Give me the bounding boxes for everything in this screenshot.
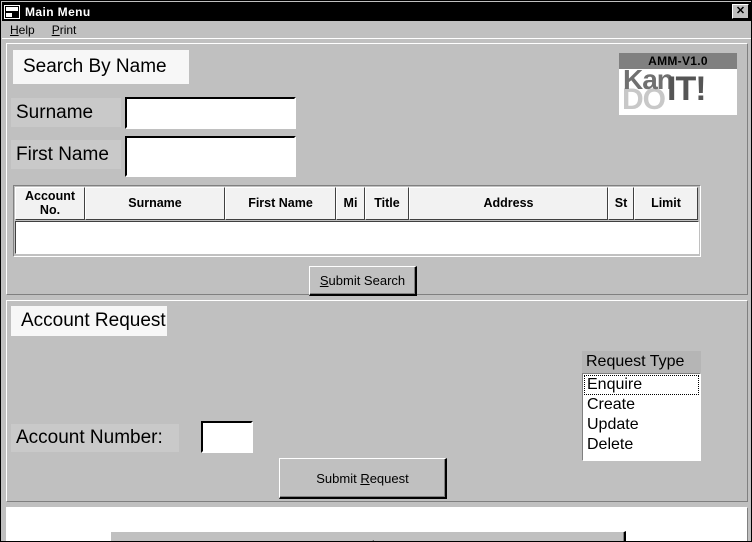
logo-text-kan: Kan <box>623 69 674 95</box>
menu-item-print[interactable]: Print <box>52 23 77 37</box>
request-type-option-delete[interactable]: Delete <box>584 435 699 455</box>
request-type-group: Request Type Enquire Create Update Delet… <box>582 351 701 461</box>
submit-search-button[interactable]: Submit Search <box>309 266 417 296</box>
grid-column-limit[interactable]: Limit <box>634 187 698 220</box>
grid-column-st[interactable]: St <box>608 187 634 220</box>
version-badge: AMM-V1.0 <box>619 53 737 69</box>
request-type-option-update[interactable]: Update <box>584 415 699 435</box>
grid-column-surname[interactable]: Surname <box>85 187 225 220</box>
account-number-label: Account Number: <box>11 424 179 452</box>
request-type-title: Request Type <box>582 351 701 373</box>
logo-artwork: DO Kan IT! <box>619 69 737 115</box>
logo-text-it: IT! <box>667 70 707 108</box>
search-panel: Search By Name AMM-V1.0 DO Kan IT! Surna… <box>6 43 748 296</box>
request-type-option-create[interactable]: Create <box>584 395 699 415</box>
grid-header-row: Account No. Surname First Name Mi Title … <box>15 187 699 220</box>
search-section-header: Search By Name <box>13 50 189 84</box>
product-logo: AMM-V1.0 DO Kan IT! <box>619 53 737 115</box>
grid-column-first-name[interactable]: First Name <box>225 187 336 220</box>
search-results-grid: Account No. Surname First Name Mi Title … <box>13 185 701 257</box>
submit-request-label: Submit Request <box>316 470 409 486</box>
menu-item-print-rest: rint <box>59 22 77 37</box>
first-name-label: First Name <box>11 140 121 169</box>
surname-input[interactable] <box>125 97 296 129</box>
surname-label: Surname <box>11 98 121 127</box>
titlebar: Main Menu ✕ <box>2 2 751 21</box>
grid-column-account-no[interactable]: Account No. <box>15 187 85 220</box>
exit-panel: Exit <box>6 507 748 541</box>
submit-search-label: Submit Search <box>319 273 406 288</box>
main-menu-window: Main Menu ✕ Help Print Search By Name AM… <box>0 0 752 542</box>
account-request-panel: Account Request Account Number: Submit R… <box>6 300 748 502</box>
close-icon[interactable]: ✕ <box>732 4 749 19</box>
client-area: Search By Name AMM-V1.0 DO Kan IT! Surna… <box>2 38 751 541</box>
grid-body-empty[interactable] <box>15 221 699 254</box>
request-type-option-enquire[interactable]: Enquire <box>584 375 699 395</box>
exit-button[interactable]: Exit <box>110 531 626 541</box>
account-number-input[interactable] <box>201 421 253 453</box>
menubar: Help Print <box>2 21 751 38</box>
menu-item-help[interactable]: Help <box>10 23 35 37</box>
grid-column-title[interactable]: Title <box>365 187 409 220</box>
grid-column-address[interactable]: Address <box>409 187 608 220</box>
window-title: Main Menu <box>25 4 91 19</box>
request-type-listbox[interactable]: Enquire Create Update Delete <box>582 373 701 461</box>
exit-label: Exit <box>357 538 379 541</box>
menu-item-help-rest: elp <box>18 22 35 37</box>
grid-column-mi[interactable]: Mi <box>336 187 365 220</box>
first-name-input[interactable] <box>125 136 296 177</box>
submit-request-button[interactable]: Submit Request <box>279 458 447 499</box>
window-icon <box>4 4 20 19</box>
account-request-section-header: Account Request <box>11 306 167 336</box>
